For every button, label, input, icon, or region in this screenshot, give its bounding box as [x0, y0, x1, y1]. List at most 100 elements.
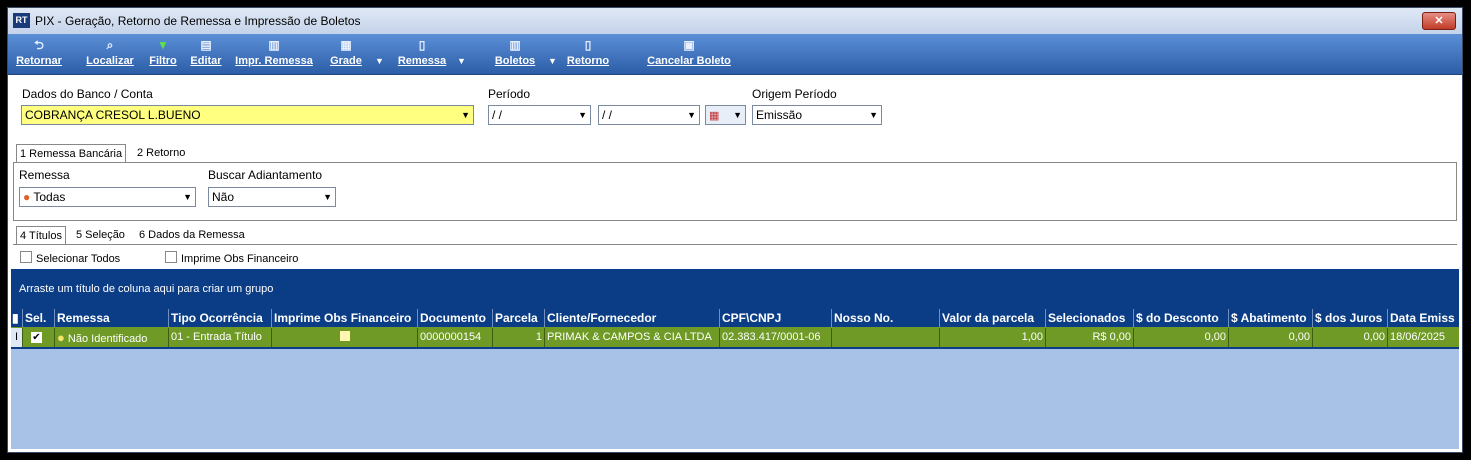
adiantamento-select[interactable]: Não ▼ [208, 187, 336, 207]
column-header-juros[interactable]: $ dos Juros [1313, 309, 1388, 327]
column-header-sel[interactable]: Sel. [23, 309, 55, 327]
cell-tipo-ocorrencia: 01 - Entrada Título [169, 328, 272, 347]
banco-label: Dados do Banco / Conta [22, 87, 153, 101]
remessa-dropdown-arrow[interactable]: ▼ [457, 56, 466, 66]
column-header-data-emissao[interactable]: Data Emiss [1388, 309, 1459, 327]
grade-dropdown-arrow[interactable]: ▼ [375, 56, 384, 66]
column-header-parcela[interactable]: Parcela [493, 309, 545, 327]
retorno-button[interactable]: ▯ Retorno [564, 36, 612, 72]
trash-icon: ▣ [683, 38, 695, 52]
boletos-button[interactable]: ▥ Boletos [492, 36, 538, 72]
selecionar-todos-label: Selecionar Todos [36, 253, 121, 265]
close-button[interactable]: ✕ [1422, 12, 1456, 30]
remessa-label: Remessa [397, 55, 447, 67]
banco-value: COBRANÇA CRESOL L.BUENO [25, 108, 201, 122]
tab-divider [13, 244, 1457, 245]
chevron-down-icon: ▼ [578, 110, 587, 120]
group-by-area[interactable]: Arraste um título de coluna aqui para cr… [11, 269, 1459, 309]
cell-juros: 0,00 [1313, 328, 1388, 347]
imprime-obs-label: Imprime Obs Financeiro [181, 253, 299, 265]
title-bar: RT PIX - Geração, Retorno de Remessa e I… [8, 8, 1462, 35]
checkbox-icon [165, 251, 177, 263]
filtro-button[interactable]: ▼ Filtro [146, 36, 180, 72]
cell-data-emissao: 18/06/2025 [1388, 328, 1459, 347]
cell-desconto: 0,00 [1134, 328, 1229, 347]
banco-select[interactable]: COBRANÇA CRESOL L.BUENO ▼ [21, 105, 474, 125]
adiantamento-value: Não [212, 190, 235, 204]
group-hint-text: Arraste um título de coluna aqui para cr… [19, 283, 274, 295]
selecionar-todos-checkbox[interactable]: Selecionar Todos [20, 251, 120, 265]
filtro-label: Filtro [149, 55, 177, 67]
status-dot-icon: ● [57, 330, 65, 345]
retornar-label: Retornar [16, 55, 62, 67]
column-header-tipo-ocorrencia[interactable]: Tipo Ocorrência [169, 309, 272, 327]
periodo-inicio-value: / / [492, 108, 503, 122]
imprime-obs-checkbox[interactable]: Imprime Obs Financeiro [165, 251, 298, 265]
calendar-button[interactable]: ▦ ▼ [705, 105, 746, 125]
document-icon: ▯ [584, 38, 592, 52]
cancelar-boleto-button[interactable]: ▣ Cancelar Boleto [644, 36, 734, 72]
grade-button[interactable]: ▦ Grade [326, 36, 366, 72]
titles-grid: ▮ Sel. Remessa Tipo Ocorrência Imprime O… [11, 309, 1459, 449]
printer-icon: ▥ [509, 38, 521, 52]
tab-remessa-bancaria[interactable]: 1 Remessa Bancária [16, 144, 127, 162]
tab-selecao[interactable]: 5 Seleção [73, 226, 128, 244]
cell-valor-parcela: 1,00 [940, 328, 1046, 347]
remessa-filter-label: Remessa [19, 168, 70, 182]
retornar-button[interactable]: ⮌ Retornar [14, 36, 64, 72]
row-separator [11, 347, 1459, 349]
cell-parcela: 1 [493, 328, 545, 347]
checkbox-icon [339, 331, 350, 341]
tab-dados-remessa[interactable]: 6 Dados da Remessa [136, 226, 248, 244]
search-icon: ⌕ [106, 38, 114, 52]
boletos-dropdown-arrow[interactable]: ▼ [548, 56, 557, 66]
cell-cliente: PRIMAK & CAMPOS & CIA LTDA [545, 328, 720, 347]
column-header-cliente[interactable]: Cliente/Fornecedor [545, 309, 720, 327]
column-header-nosso-no[interactable]: Nosso No. [832, 309, 940, 327]
cell-remessa: ● Não Identificado [55, 328, 169, 347]
tab-titulos[interactable]: 4 Títulos [16, 226, 66, 244]
periodo-fim-select[interactable]: / / ▼ [598, 105, 700, 125]
remessa-select[interactable]: ● Todas ▼ [19, 187, 196, 207]
cell-imprime-obs[interactable] [272, 328, 418, 347]
boletos-label: Boletos [494, 55, 536, 67]
column-header-remessa[interactable]: Remessa [55, 309, 169, 327]
origem-label: Origem Período [752, 87, 837, 101]
cell-documento: 0000000154 [418, 328, 493, 347]
grid-icon: ▦ [340, 38, 352, 52]
column-header-desconto[interactable]: $ do Desconto [1134, 309, 1229, 327]
impr-remessa-button[interactable]: ▥ Impr. Remessa [232, 36, 316, 72]
row-select-checkbox[interactable]: ✔ [23, 328, 55, 347]
column-header-indicator: ▮ [11, 309, 23, 327]
remessa-select-value: Todas [33, 190, 66, 204]
cell-selecionados: R$ 0,00 [1046, 328, 1134, 347]
remessa-button[interactable]: ▯ Remessa [394, 36, 450, 72]
calendar-icon: ▦ [709, 110, 720, 122]
periodo-inicio-select[interactable]: / / ▼ [488, 105, 591, 125]
chevron-down-icon: ▼ [183, 192, 192, 202]
origem-select[interactable]: Emissão ▼ [752, 105, 882, 125]
back-arrow-icon: ⮌ [34, 38, 44, 52]
column-header-imprime-obs[interactable]: Imprime Obs Financeiro [272, 309, 418, 327]
tab-retorno[interactable]: 2 Retorno [134, 144, 188, 162]
toolbar: ⮌ Retornar ⌕ Localizar ▼ Filtro ▤ Editar… [8, 34, 1462, 75]
cancelar-boleto-label: Cancelar Boleto [647, 55, 731, 67]
column-header-abatimento[interactable]: $ Abatimento [1229, 309, 1313, 327]
chevron-down-icon: ▼ [733, 110, 742, 120]
main-window: RT PIX - Geração, Retorno de Remessa e I… [7, 7, 1463, 453]
cell-abatimento: 0,00 [1229, 328, 1313, 347]
origem-value: Emissão [756, 108, 803, 122]
chevron-down-icon: ▼ [461, 110, 470, 120]
printer-icon: ▥ [268, 38, 280, 52]
cell-remessa-text: Não Identificado [67, 333, 148, 345]
row-indicator: I [11, 328, 23, 347]
column-header-cpf-cnpj[interactable]: CPF\CNPJ [720, 309, 832, 327]
editar-button[interactable]: ▤ Editar [188, 36, 224, 72]
app-icon: RT [13, 13, 30, 28]
status-dot-icon: ● [23, 190, 31, 204]
column-header-valor-parcela[interactable]: Valor da parcela [940, 309, 1046, 327]
localizar-label: Localizar [86, 55, 134, 67]
localizar-button[interactable]: ⌕ Localizar [84, 36, 136, 72]
column-header-documento[interactable]: Documento [418, 309, 493, 327]
column-header-selecionados[interactable]: Selecionados [1046, 309, 1134, 327]
